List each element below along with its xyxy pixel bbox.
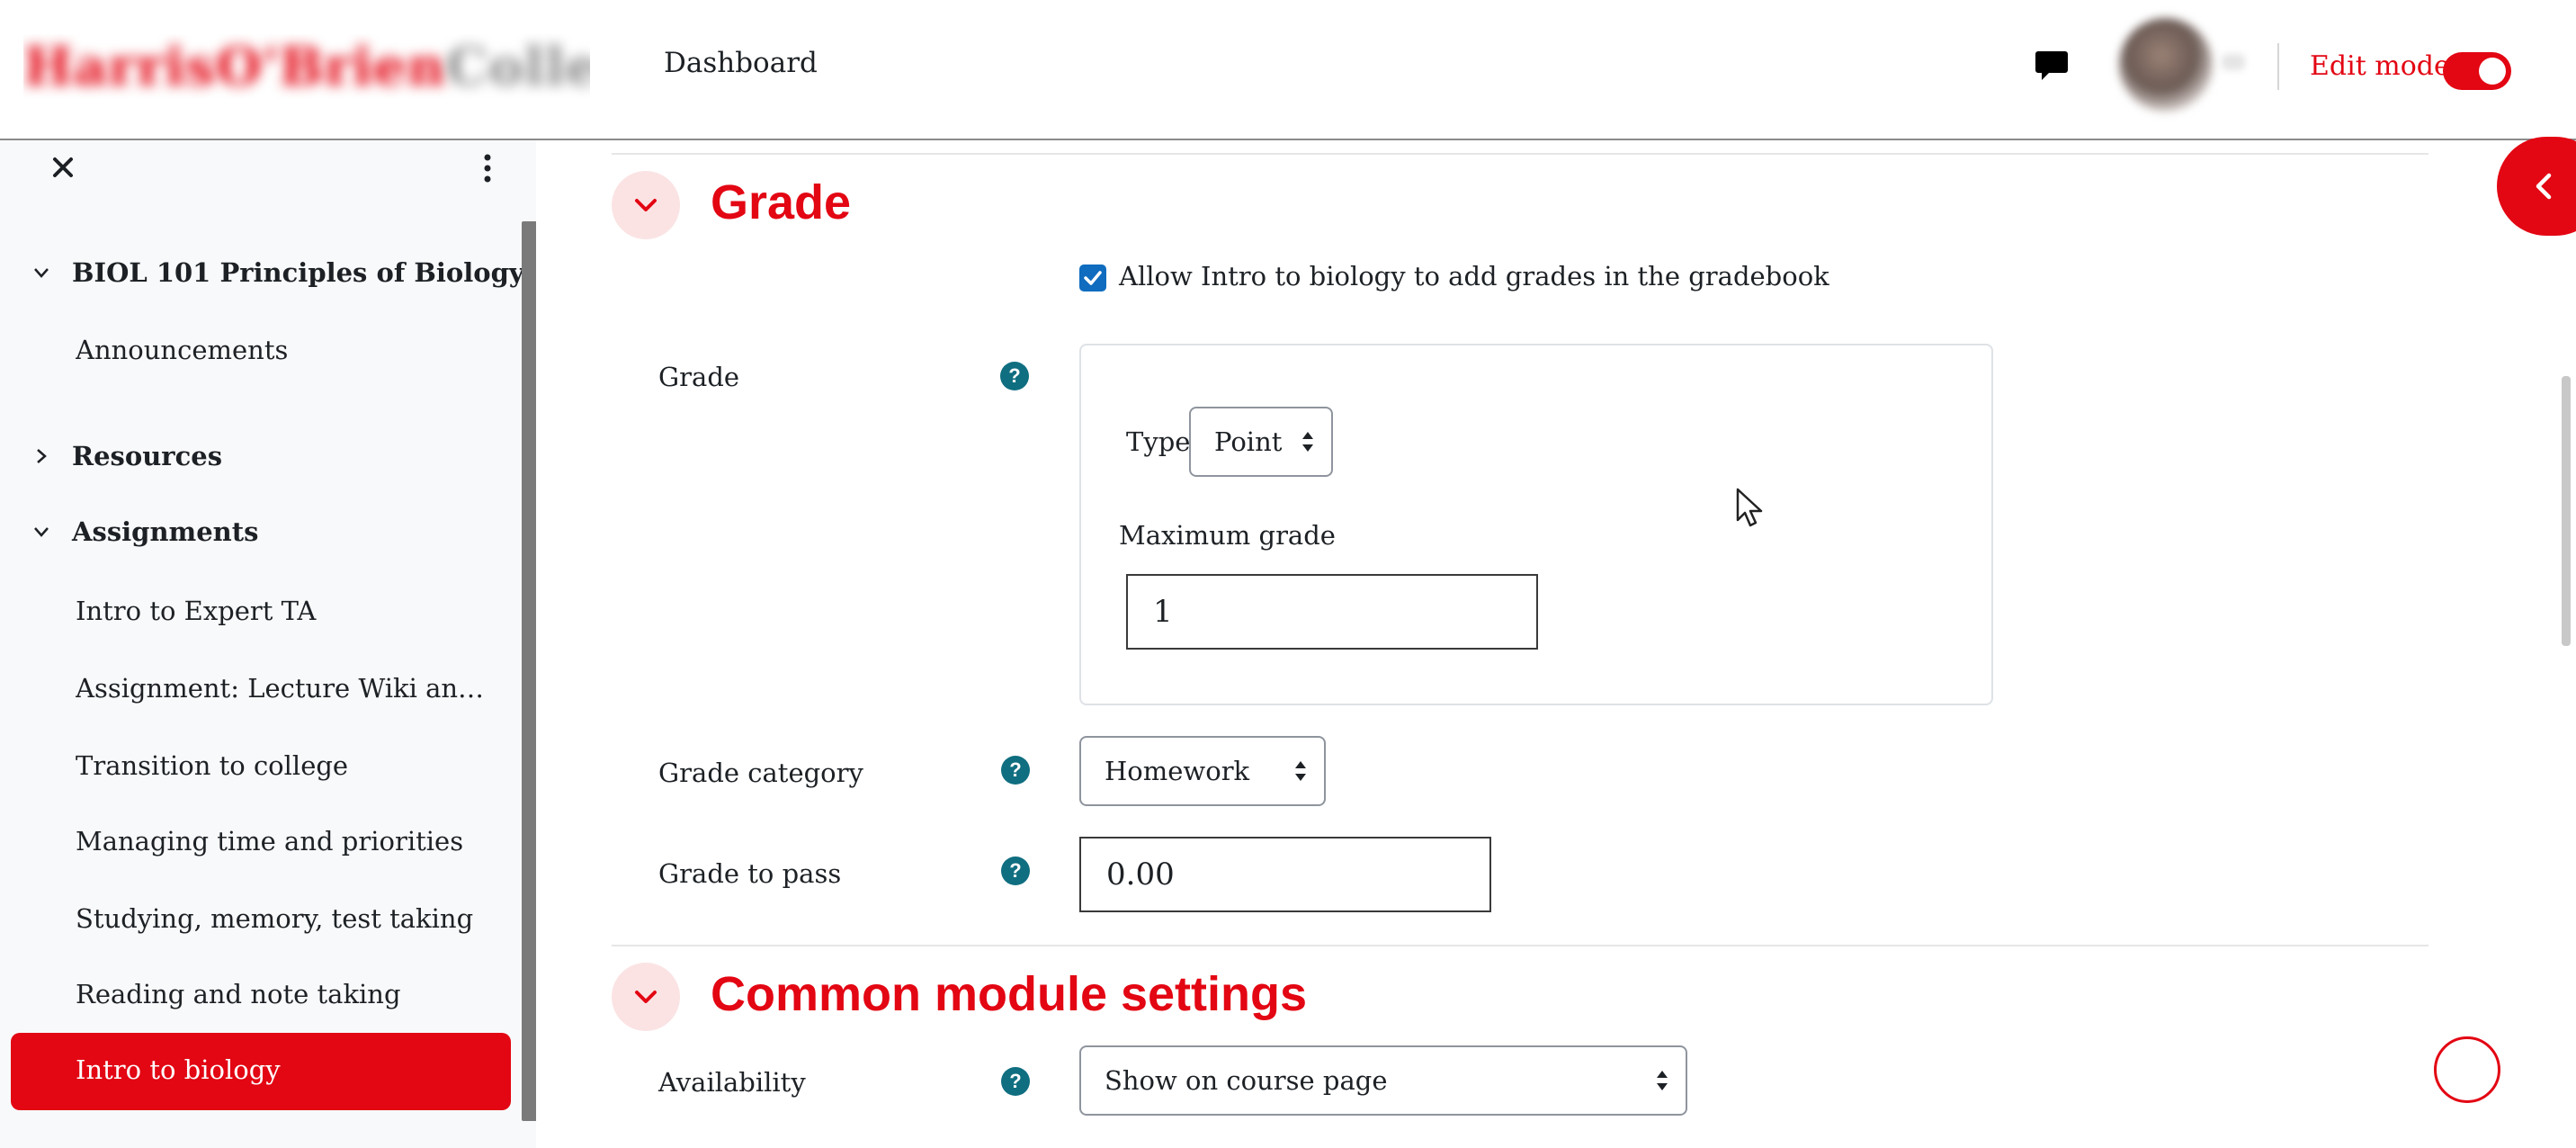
edit-mode-toggle-knob <box>2479 58 2506 85</box>
page-scrollbar[interactable] <box>2562 376 2571 646</box>
grade-collapse-button[interactable] <box>612 171 680 239</box>
edit-mode-toggle[interactable] <box>2443 52 2511 90</box>
grade-type-select[interactable]: Point <box>1189 407 1333 477</box>
section-divider <box>612 153 2428 155</box>
sidebar-item-lecture-wiki[interactable]: Assignment: Lecture Wiki and Gl… <box>76 673 489 704</box>
footer-help-button[interactable] <box>2434 1036 2500 1103</box>
section-title-common-module-settings: Common module settings <box>711 967 1308 1021</box>
nav-dashboard-link[interactable]: Dashboard <box>664 47 818 79</box>
course-index-drawer: BIOL 101 Principles of Biology I Announc… <box>0 140 545 1148</box>
allow-grades-label: Allow Intro to biology to add grades in … <box>1119 261 1829 291</box>
help-icon[interactable]: ? <box>1001 1067 1030 1096</box>
chevron-down-icon <box>34 527 49 537</box>
grade-label: Grade <box>658 362 740 392</box>
select-arrows-icon <box>1657 1071 1668 1090</box>
grade-category-select[interactable]: Homework <box>1079 736 1326 806</box>
grade-category-label: Grade category <box>658 758 863 788</box>
logo-word-1: Harris <box>23 36 217 97</box>
section-label-assignments: Assignments <box>72 516 259 547</box>
site-logo[interactable]: Harris O'Brien College <box>23 34 590 99</box>
grade-to-pass-value: 0.00 <box>1106 857 1175 892</box>
type-label: Type <box>1126 426 1191 457</box>
sidebar-course-title[interactable]: BIOL 101 Principles of Biology I <box>32 257 545 288</box>
kebab-menu-icon[interactable] <box>477 153 498 184</box>
grade-category-value: Homework <box>1105 756 1250 786</box>
sidebar-section-resources[interactable]: Resources <box>32 441 222 471</box>
sidebar-item-announcements[interactable]: Announcements <box>76 335 489 365</box>
active-item-label: Intro to biology <box>76 1054 281 1085</box>
availability-value: Show on course page <box>1105 1065 1388 1096</box>
help-icon[interactable]: ? <box>1000 362 1029 390</box>
select-arrows-icon <box>1302 432 1313 452</box>
user-avatar[interactable] <box>2119 18 2213 112</box>
section-title-grade: Grade <box>711 175 852 229</box>
max-grade-label: Maximum grade <box>1119 520 1336 551</box>
availability-select[interactable]: Show on course page <box>1079 1045 1687 1116</box>
user-menu-caret[interactable] <box>2222 54 2245 70</box>
chevron-down-icon <box>635 199 657 211</box>
select-arrows-icon <box>1295 761 1306 781</box>
grade-to-pass-label: Grade to pass <box>658 858 842 889</box>
allow-grades-checkbox[interactable] <box>1079 265 1106 291</box>
checkmark-icon <box>1084 271 1102 285</box>
help-icon[interactable]: ? <box>1001 756 1030 785</box>
section-divider <box>612 945 2428 946</box>
sidebar-item-reading-note-taking[interactable]: Reading and note taking <box>76 979 489 1009</box>
logo-word-2: O'Brien <box>216 36 447 97</box>
help-icon[interactable]: ? <box>1001 857 1030 885</box>
sidebar-item-intro-to-expert-ta[interactable]: Intro to Expert TA <box>76 596 489 626</box>
chat-bubble-icon[interactable] <box>2035 49 2069 83</box>
sidebar-item-transition-to-college[interactable]: Transition to college <box>76 750 489 781</box>
max-grade-input[interactable]: 1 <box>1126 574 1538 650</box>
course-title-label: BIOL 101 Principles of Biology I <box>72 257 546 288</box>
sidebar-item-managing-time[interactable]: Managing time and priorities <box>76 826 489 857</box>
section-label-resources: Resources <box>72 441 223 471</box>
max-grade-value: 1 <box>1153 594 1173 630</box>
mouse-cursor-icon <box>1736 488 1763 527</box>
grade-to-pass-input[interactable]: 0.00 <box>1079 837 1491 912</box>
sidebar-item-studying-memory[interactable]: Studying, memory, test taking <box>76 903 489 934</box>
chevron-left-icon <box>2536 173 2552 200</box>
sidebar-section-assignments[interactable]: Assignments <box>32 516 258 547</box>
chevron-down-icon <box>635 991 657 1003</box>
navbar-divider <box>2277 43 2279 90</box>
availability-label: Availability <box>658 1067 806 1098</box>
sidebar-item-intro-to-biology[interactable]: Intro to biology <box>11 1033 511 1110</box>
logo-word-3: College <box>446 36 590 97</box>
close-icon[interactable] <box>50 155 76 180</box>
top-navbar: Harris O'Brien College Dashboard Edit mo… <box>0 0 2576 140</box>
chevron-down-icon <box>34 268 49 278</box>
common-settings-collapse-button[interactable] <box>612 963 680 1031</box>
grade-type-value: Point <box>1214 426 1283 457</box>
chevron-right-icon <box>37 449 47 463</box>
edit-mode-label: Edit mode <box>2310 50 2450 82</box>
